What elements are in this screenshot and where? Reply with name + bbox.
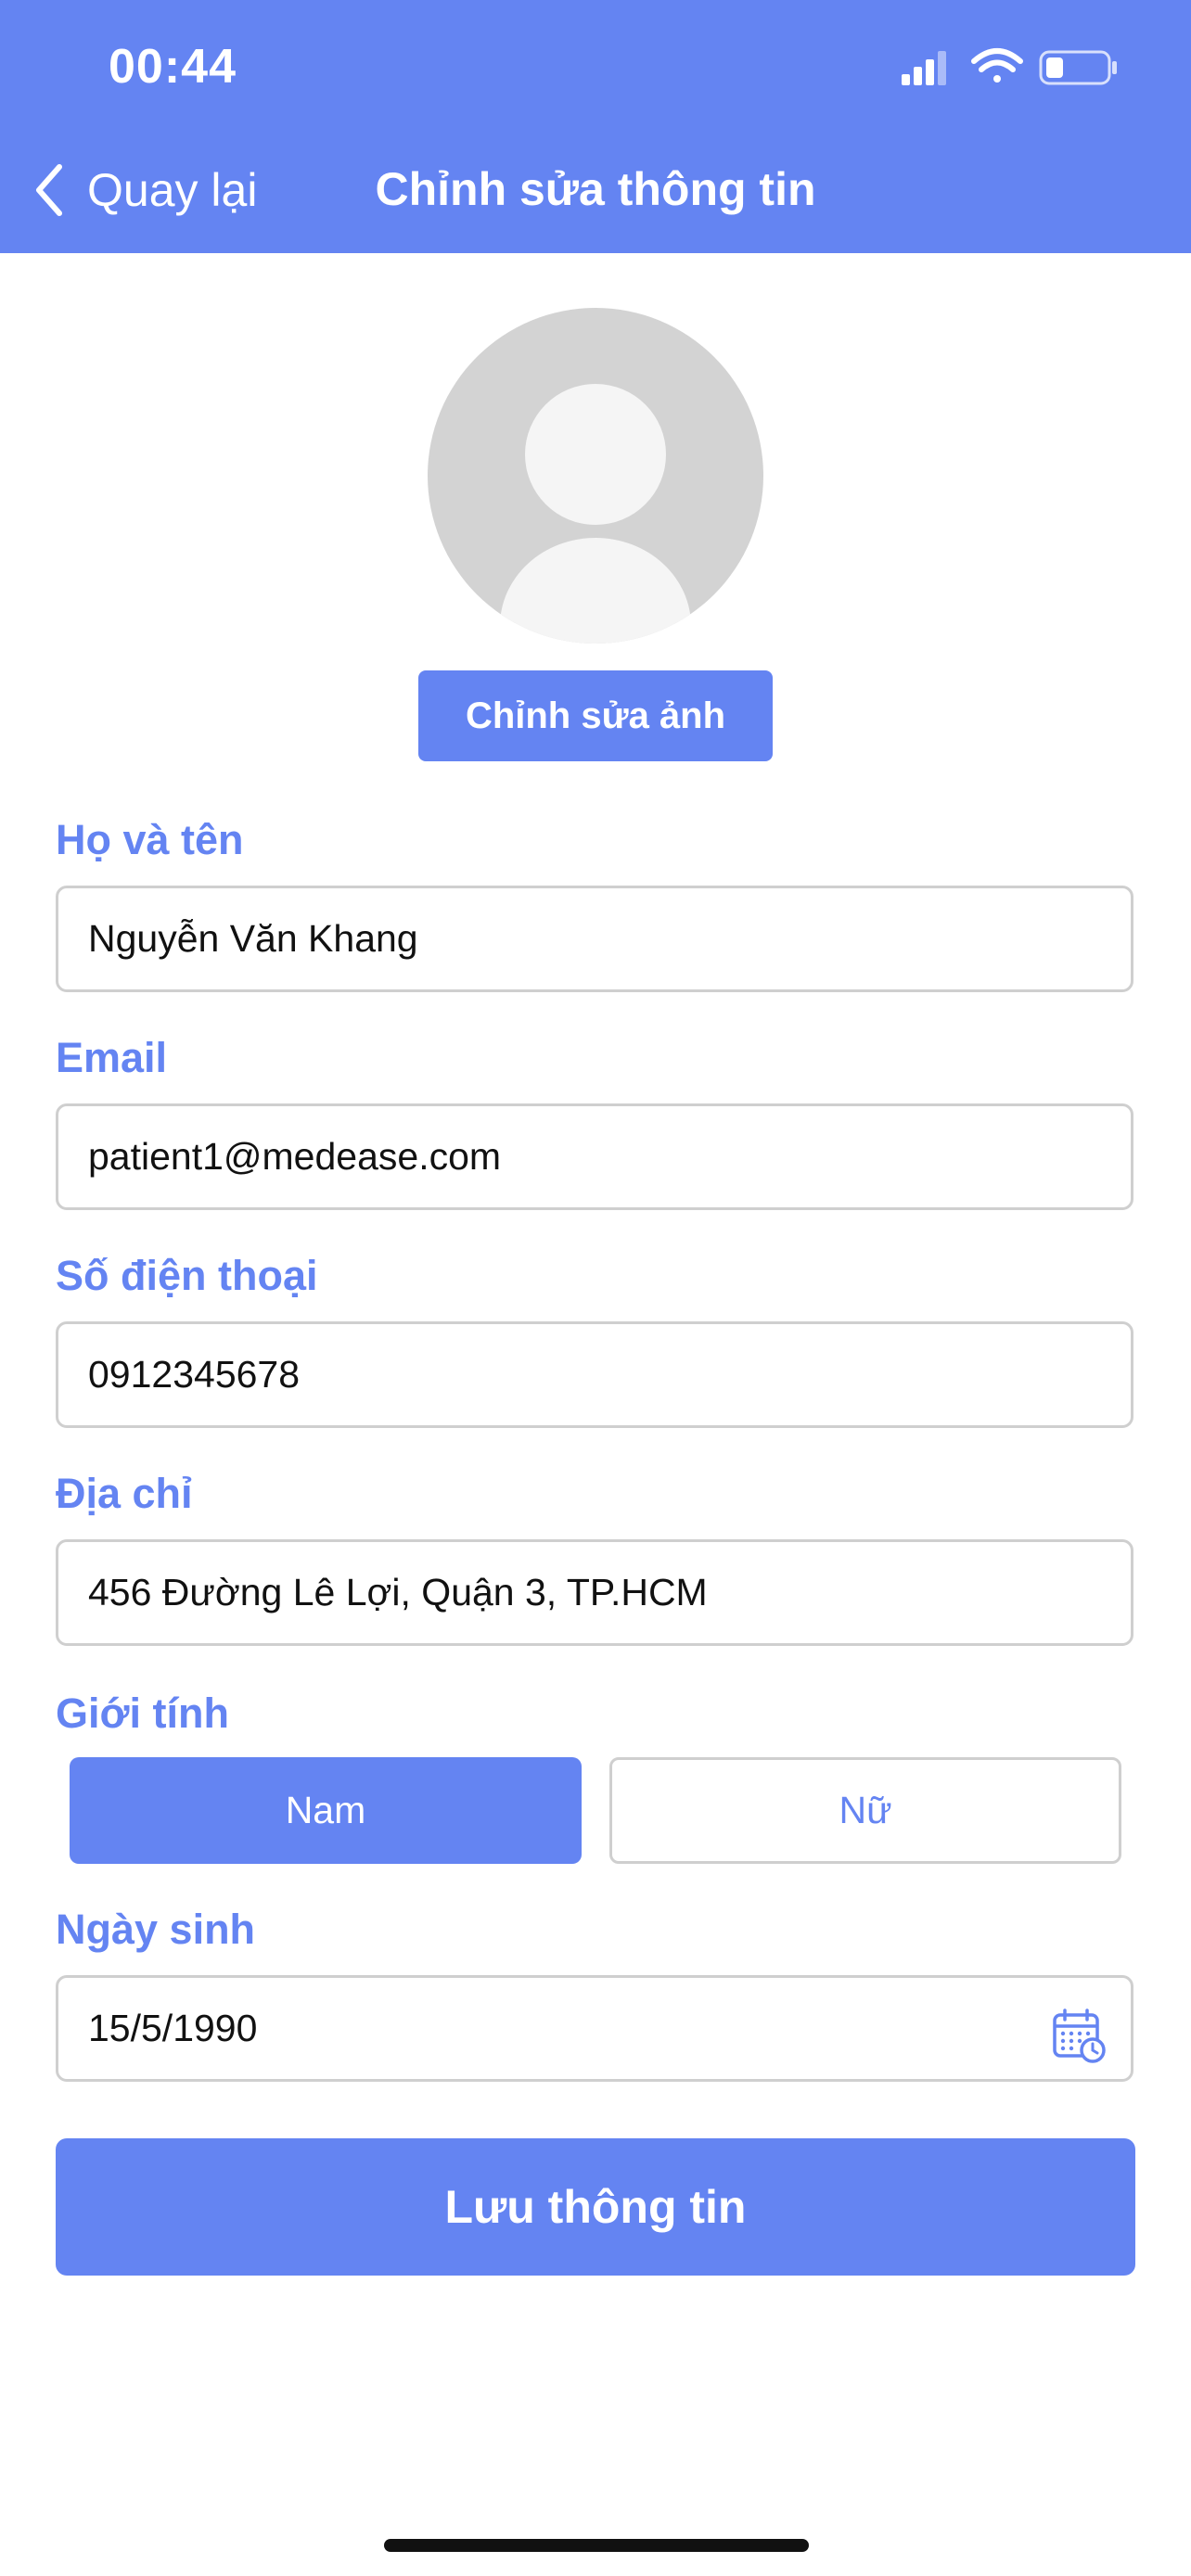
birthdate-label: Ngày sinh bbox=[56, 1906, 256, 1953]
address-field[interactable]: 456 Đường Lê Lợi, Quận 3, TP.HCM bbox=[56, 1539, 1133, 1646]
gender-option-male[interactable]: Nam bbox=[70, 1757, 582, 1864]
status-icons bbox=[902, 48, 1117, 85]
phone-field[interactable]: 0912345678 bbox=[56, 1321, 1133, 1428]
edit-photo-button[interactable]: Chỉnh sửa ảnh bbox=[418, 670, 773, 761]
email-field[interactable]: patient1@medease.com bbox=[56, 1103, 1133, 1210]
home-indicator[interactable] bbox=[384, 2539, 809, 2552]
birthdate-field[interactable]: 15/5/1990 bbox=[56, 1975, 1133, 2082]
address-label: Địa chỉ bbox=[56, 1470, 193, 1517]
gender-option-female[interactable]: Nữ bbox=[609, 1757, 1121, 1864]
avatar-head-shape bbox=[525, 384, 666, 525]
gender-label: Giới tính bbox=[56, 1690, 229, 1737]
status-time: 00:44 bbox=[109, 40, 237, 94]
wifi-icon bbox=[971, 48, 1023, 83]
calendar-icon[interactable] bbox=[1051, 2008, 1107, 2063]
phone-label: Số điện thoại bbox=[56, 1252, 318, 1299]
page-title: Chỉnh sửa thông tin bbox=[375, 163, 816, 215]
signal-icon bbox=[902, 51, 946, 85]
birthdate-value: 15/5/1990 bbox=[88, 2007, 258, 2049]
full-name-field[interactable]: Nguyễn Văn Khang bbox=[56, 886, 1133, 992]
email-label: Email bbox=[56, 1034, 168, 1081]
header-bar: 00:44 Quay lại Chỉnh sửa thông tin bbox=[0, 0, 1191, 253]
full-name-label: Họ và tên bbox=[56, 816, 244, 863]
avatar-body-shape bbox=[500, 538, 691, 644]
avatar[interactable] bbox=[428, 308, 763, 644]
battery-icon bbox=[1039, 50, 1117, 85]
save-button[interactable]: Lưu thông tin bbox=[56, 2138, 1135, 2276]
